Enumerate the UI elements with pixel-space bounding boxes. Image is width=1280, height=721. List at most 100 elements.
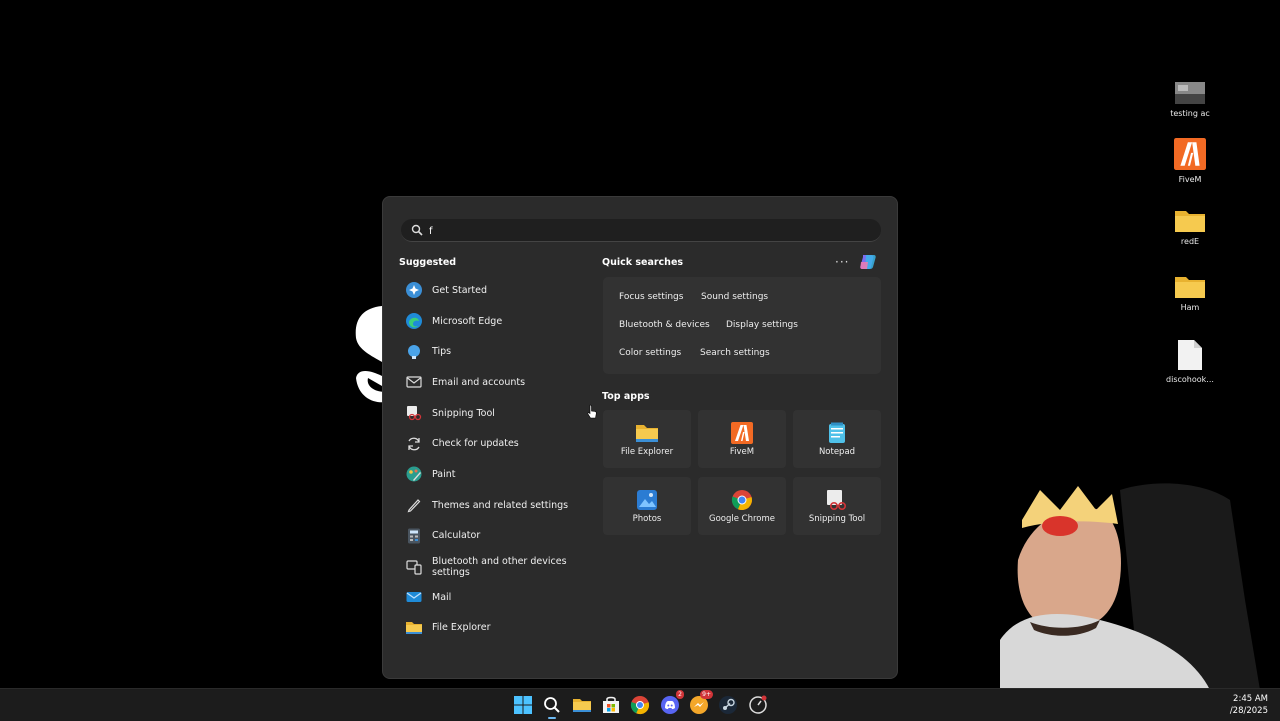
clock-date: /28/2025	[1229, 706, 1268, 716]
messenger-button[interactable]: 9+	[689, 690, 713, 715]
suggested-item-snipping-tool[interactable]: Snipping Tool	[401, 398, 601, 429]
suggested-item-label: Calculator	[432, 530, 481, 542]
refresh-icon	[408, 437, 420, 451]
top-app-notepad[interactable]: Notepad	[793, 410, 881, 468]
suggested-item-check-for-updates[interactable]: Check for updates	[401, 428, 601, 459]
photos-icon	[637, 490, 657, 510]
quick-search-search-settings[interactable]: Search settings	[692, 343, 778, 363]
top-app-label: Snipping Tool	[808, 514, 866, 524]
snipping-tool-icon	[407, 406, 422, 421]
suggested-item-tips[interactable]: Tips	[401, 336, 601, 367]
suggested-item-label: Snipping Tool	[432, 407, 495, 419]
top-app-label: Google Chrome	[708, 514, 776, 524]
suggested-item-label: Microsoft Edge	[432, 315, 503, 327]
mouse-cursor-icon	[587, 404, 597, 419]
desktop-icon-rede[interactable]: redE	[1160, 208, 1220, 246]
quick-searches-box: Focus settings Sound settings Bluetooth …	[603, 277, 881, 374]
mail-icon	[406, 592, 422, 603]
file-explorer-icon[interactable]	[572, 695, 592, 715]
suggested-item-label: Mail	[432, 591, 452, 603]
suggested-item-get-started[interactable]: Get Started	[401, 275, 601, 306]
webcam-overlay	[1000, 483, 1260, 690]
top-app-label: Photos	[632, 514, 662, 524]
calculator-icon	[408, 528, 420, 544]
suggested-item-paint[interactable]: Paint	[401, 459, 601, 490]
desktop-icon-label: redE	[1180, 237, 1200, 246]
notepad-icon	[829, 422, 845, 443]
folder-icon	[1175, 277, 1205, 298]
desktop-icon-label: FiveM	[1178, 175, 1202, 184]
search-panel: Suggested Get Started Microsoft Edge Tip…	[382, 196, 898, 679]
image-thumbnail-icon	[1175, 82, 1205, 104]
top-app-photos[interactable]: Photos	[603, 477, 691, 535]
microsoft-store-icon[interactable]	[601, 695, 621, 715]
suggested-list: Get Started Microsoft Edge Tips Email an…	[401, 275, 601, 643]
top-app-label: File Explorer	[620, 447, 674, 457]
desktop-icon-ham[interactable]: Ham	[1160, 274, 1220, 312]
desktop-icon-discohook[interactable]: discohook...	[1160, 340, 1220, 384]
more-options-button[interactable]: ···	[835, 255, 849, 269]
discord-button[interactable]: 2	[660, 690, 684, 715]
background-letter-shape	[355, 306, 386, 403]
file-icon	[1178, 340, 1202, 370]
suggested-item-mail[interactable]: Mail	[401, 582, 601, 613]
top-apps-title: Top apps	[602, 391, 650, 402]
suggested-item-email-and-accounts[interactable]: Email and accounts	[401, 367, 601, 398]
snipping-tool-icon	[827, 490, 847, 511]
chrome-icon	[731, 490, 752, 511]
suggested-item-label: Check for updates	[432, 438, 519, 450]
suggested-title: Suggested	[399, 257, 457, 268]
quick-search-focus-settings[interactable]: Focus settings	[611, 287, 691, 307]
copilot-icon[interactable]	[859, 253, 877, 271]
get-started-icon	[406, 282, 422, 299]
app-tray-button[interactable]	[748, 695, 768, 715]
desktop-icon-label: testing ac	[1170, 109, 1210, 118]
suggested-item-calculator[interactable]: Calculator	[401, 521, 601, 552]
suggested-item-bluetooth-devices[interactable]: Bluetooth and other devices settings	[401, 551, 601, 582]
quick-search-bluetooth-devices[interactable]: Bluetooth & devices	[611, 315, 718, 335]
suggested-item-themes-settings[interactable]: Themes and related settings	[401, 490, 601, 521]
quick-search-color-settings[interactable]: Color settings	[611, 343, 689, 363]
taskbar-search-button[interactable]	[542, 695, 562, 719]
suggested-item-file-explorer[interactable]: File Explorer	[401, 613, 601, 644]
desktop-icon-label: discohook...	[1166, 375, 1214, 384]
top-app-label: FiveM	[729, 447, 755, 457]
pen-icon	[407, 499, 421, 513]
gauge-icon	[749, 695, 767, 714]
fivem-icon	[1174, 138, 1206, 170]
quick-search-sound-settings[interactable]: Sound settings	[693, 287, 776, 307]
quick-searches-title: Quick searches	[602, 257, 684, 268]
start-windows-icon[interactable]	[513, 695, 533, 715]
desktop-icon-label: Ham	[1180, 303, 1200, 312]
suggested-item-label: Bluetooth and other devices settings	[432, 555, 567, 578]
messenger-badge: 9+	[700, 690, 713, 699]
folder-icon	[406, 621, 422, 634]
desktop-icon-fivem[interactable]: FiveM	[1160, 138, 1220, 184]
fivem-icon	[731, 422, 753, 444]
top-app-fivem[interactable]: FiveM	[698, 410, 786, 468]
paint-icon	[406, 466, 422, 482]
desktop-icon-testing-ac[interactable]: testing ac	[1160, 82, 1220, 118]
chrome-icon[interactable]	[630, 695, 650, 715]
clock-time: 2:45 AM	[1233, 694, 1268, 704]
search-icon	[544, 697, 560, 713]
top-app-label: Notepad	[818, 447, 856, 457]
suggested-item-label: Get Started	[432, 284, 488, 296]
tips-icon	[408, 344, 420, 359]
search-icon	[411, 224, 423, 236]
devices-icon	[406, 559, 422, 575]
suggested-item-microsoft-edge[interactable]: Microsoft Edge	[401, 306, 601, 337]
steam-icon[interactable]	[718, 695, 738, 715]
folder-icon	[1175, 211, 1205, 232]
top-app-file-explorer[interactable]: File Explorer	[603, 410, 691, 468]
folder-icon	[636, 425, 658, 442]
top-app-snipping-tool[interactable]: Snipping Tool	[793, 477, 881, 535]
quick-search-display-settings[interactable]: Display settings	[718, 315, 806, 335]
suggested-item-label: Tips	[432, 346, 452, 358]
taskbar-clock[interactable]: 2:45 AM /28/2025	[1230, 693, 1268, 717]
email-icon	[406, 376, 422, 389]
search-box[interactable]	[401, 219, 881, 242]
top-app-google-chrome[interactable]: Google Chrome	[698, 477, 786, 535]
search-input[interactable]	[427, 222, 871, 240]
edge-icon	[406, 313, 422, 330]
